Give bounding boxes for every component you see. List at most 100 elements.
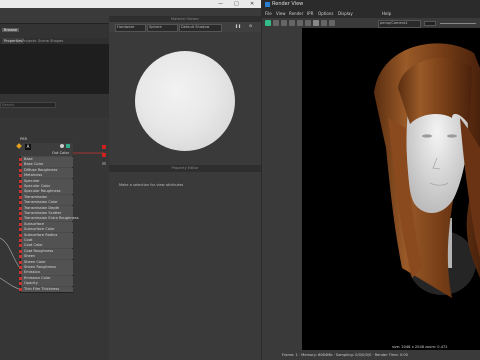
port-connector-icon[interactable] [19,282,22,286]
node-port[interactable]: Base Color [22,162,73,168]
render-view-toolbar: persp/Camera1 [262,18,480,28]
node-port[interactable]: Subsurface [22,221,73,227]
tab-browse[interactable]: Browse [2,28,20,32]
port-connector-icon[interactable] [19,233,22,237]
render-image [302,28,480,350]
menu-view[interactable]: View [276,11,286,16]
port-connector-icon[interactable] [19,185,22,188]
channel-icon[interactable] [305,20,311,26]
menu-display[interactable]: Display [338,11,353,16]
property-editor: Make a selection for view attributes [109,172,261,360]
port-connector-icon[interactable] [19,249,22,253]
lighting-dropdown[interactable]: Default Shadow [179,24,222,32]
node-port[interactable]: Transmission [22,194,73,200]
node-port[interactable]: Transmission Scatter [22,211,73,216]
browser-toolbar: Browse [0,8,109,32]
port-connector-icon[interactable] [19,163,22,167]
node-port[interactable]: Sheen [22,254,73,260]
search-input[interactable]: Search [0,102,56,108]
port-connector-icon[interactable] [19,206,22,210]
node-port[interactable]: Base [22,157,73,162]
port-connector-icon[interactable] [19,287,22,291]
node-port[interactable]: Transmission Depth [22,205,73,211]
port-connector-icon[interactable] [19,190,22,194]
close-icon[interactable]: ✕ [250,1,254,7]
node-output-label: Out Color [52,151,70,155]
minimize-icon[interactable]: — [218,1,223,7]
render-size-readout: size: 2048 x 2048 zoom: 0.472 [392,345,448,349]
ipr-icon[interactable] [273,20,279,26]
port-connector-icon[interactable] [19,195,22,199]
render-icon[interactable] [265,20,271,26]
node-badge-icon: A [25,144,31,150]
exposure-slider[interactable] [440,23,476,24]
render-view-titlebar: Render View [262,0,480,10]
rgb-icon[interactable] [313,20,319,26]
port-connector-icon[interactable] [19,222,22,226]
menu-options[interactable]: Options [318,11,333,16]
node-port[interactable]: Metalness [22,173,73,179]
node-port[interactable]: Coat [22,238,73,243]
port-connector-icon[interactable] [19,158,22,161]
node-port[interactable]: Sheen Color [22,259,73,265]
menu-file[interactable]: File [265,11,272,16]
node-port[interactable]: Subsurface Radius [22,232,73,238]
node-title: PBR [20,137,28,141]
node-port[interactable]: Thin Film Thickness [22,286,73,292]
menu-ipr[interactable]: IPR [307,11,313,16]
node-port[interactable]: Diffuse Roughness [22,167,73,173]
region-icon[interactable] [281,20,287,26]
save-icon[interactable] [297,20,303,26]
node-port[interactable]: Transmission Extra Roughness [22,216,79,222]
node-toggle-icon[interactable] [60,144,64,148]
node-port[interactable]: Coat Color [22,243,73,249]
node-ports: Base Base Color Diffuse Roughness Metalness… [19,157,79,292]
material-viewer-toolbar: Hardware Sphere Default Shadow ❚❚ ⚙ [109,22,261,32]
port-connector-icon[interactable] [19,217,22,221]
port-connector-icon[interactable] [19,174,22,178]
port-connector-icon[interactable] [19,168,22,172]
shape-dropdown[interactable]: Sphere [147,24,178,32]
stats-icon[interactable] [329,20,335,26]
port-connector-icon[interactable] [19,239,22,242]
port-connector-icon[interactable] [19,276,22,280]
menu-help[interactable]: Help [382,11,391,16]
node-port[interactable]: Emission Color [22,275,73,281]
render-view-menubar: File View Render IPR Options Display Hel… [262,10,480,18]
node-port[interactable]: Coat Roughness [22,248,73,254]
port-connector-icon[interactable] [19,260,22,264]
property-editor-header: Property Editor [109,165,261,172]
node-port[interactable]: Subsurface Color [22,227,73,233]
node-port[interactable]: Specular Color [22,184,73,189]
alpha-icon[interactable] [321,20,327,26]
port-connector-icon[interactable] [19,244,22,248]
app-icon [265,2,270,7]
pause-icon[interactable]: ❚❚ [235,24,241,28]
title-bar: — □ ✕ [0,0,261,8]
port-connector-icon[interactable] [19,266,22,269]
node-port[interactable]: Sheen Roughness [22,265,73,270]
port-connector-icon[interactable] [19,228,22,232]
port-connector-icon[interactable] [19,179,22,183]
node-port[interactable]: Transmission Color [22,200,73,206]
node-enabled-icon[interactable] [66,144,70,148]
camera-dropdown[interactable]: persp/Camera1 [378,20,421,28]
port-connector-icon[interactable] [19,255,22,259]
menu-render[interactable]: Render [289,11,303,16]
snapshot-icon[interactable] [289,20,295,26]
port-connector-icon[interactable] [19,212,22,215]
node-header[interactable]: PBR A Out Color [16,137,73,156]
port-connector-icon[interactable] [19,271,22,275]
exposure-field[interactable] [424,21,436,26]
material-sphere [135,51,235,151]
maximize-icon[interactable]: □ [234,1,239,7]
node-port[interactable]: Opacity [22,281,73,287]
port-connector-icon[interactable] [19,201,22,205]
settings-icon[interactable]: ⚙ [249,24,252,28]
node-port[interactable]: Emission [22,270,73,276]
render-stats: Frame: 1 · Memory: 6084Mb · Sampling: 0/… [282,353,408,357]
property-empty-message: Make a selection for view attributes [119,183,184,187]
node-port[interactable]: Specular [22,178,73,184]
renderer-dropdown[interactable]: Hardware [115,24,146,32]
node-port[interactable]: Specular Roughness [22,189,73,195]
